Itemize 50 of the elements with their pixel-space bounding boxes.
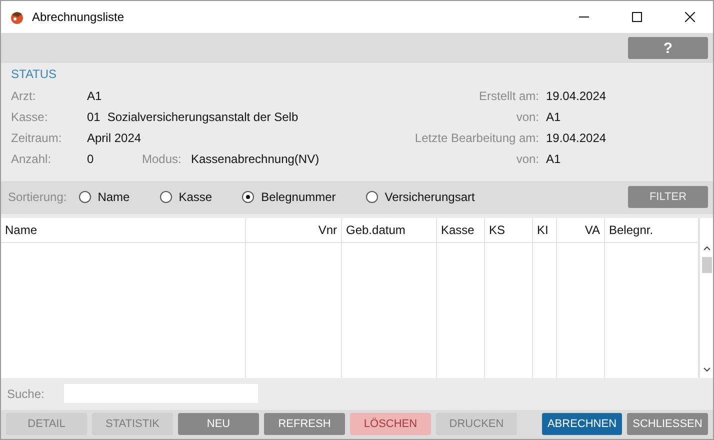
field-value: 19.04.2024 (546, 88, 608, 102)
sort-label: Sortierung: (8, 190, 67, 204)
action-button[interactable]: REFRESH (264, 413, 345, 436)
scroll-down-icon[interactable] (702, 366, 710, 372)
sort-radio-option[interactable]: Name (78, 190, 130, 204)
field-value: A1 (546, 110, 562, 124)
field-value: 0 (87, 152, 95, 166)
sort-radio-option[interactable]: Belegnummer (242, 190, 336, 204)
column-header[interactable]: Vnr (246, 218, 342, 243)
field-label: Anzahl: (11, 152, 52, 166)
field-label: Zeitraum: (11, 130, 63, 144)
field-label: von: (516, 110, 539, 124)
column-header[interactable]: Kasse (437, 218, 485, 243)
window-title: Abrechnungsliste (32, 10, 126, 24)
column-header[interactable]: Name (1, 218, 246, 243)
radio-button[interactable] (160, 191, 172, 204)
action-button[interactable]: ABRECHNEN (542, 413, 622, 436)
sort-radio-option[interactable]: Versicherungsart (366, 190, 475, 204)
field-value: Kassenabrechnung(NV) (191, 152, 320, 166)
field-value: 01 (87, 110, 100, 124)
sort-radio-option[interactable]: Kasse (160, 190, 212, 204)
column-header[interactable]: VA (557, 218, 605, 243)
section-heading: STATUS (11, 67, 58, 81)
field-label: Modus: (142, 152, 182, 166)
action-button[interactable]: NEU (178, 413, 259, 436)
column-header[interactable]: KS (485, 218, 533, 243)
maximize-icon (632, 12, 642, 22)
field-label: Arzt: (11, 88, 37, 102)
action-button[interactable]: SCHLIESSEN (627, 413, 708, 436)
column-header[interactable]: Geb.datum (342, 218, 437, 243)
help-button[interactable]: ? (628, 37, 708, 59)
scrollbar[interactable] (699, 218, 713, 378)
field-value: Sozialversicherungsanstalt der Selb (107, 110, 298, 124)
radio-button[interactable] (78, 191, 91, 204)
field-value: A1 (87, 88, 102, 102)
field-label: Letzte Bearbeitung am: (414, 130, 539, 144)
app-logo-icon (9, 9, 25, 25)
field-value: A1 (546, 152, 562, 166)
close-icon (685, 12, 695, 22)
field-value: April 2024 (87, 130, 142, 144)
field-label: Kasse: (11, 110, 49, 124)
column-header[interactable]: KI (533, 218, 557, 243)
scroll-up-icon[interactable] (702, 246, 710, 251)
radio-button[interactable] (366, 191, 378, 204)
field-value: 19.04.2024 (546, 130, 608, 144)
search-label: Suche: (7, 386, 44, 401)
field-label: Erstellt am: (478, 88, 539, 102)
field-label: von: (516, 152, 539, 166)
scrollbar-thumb[interactable] (702, 256, 712, 273)
radio-button[interactable] (242, 191, 254, 204)
